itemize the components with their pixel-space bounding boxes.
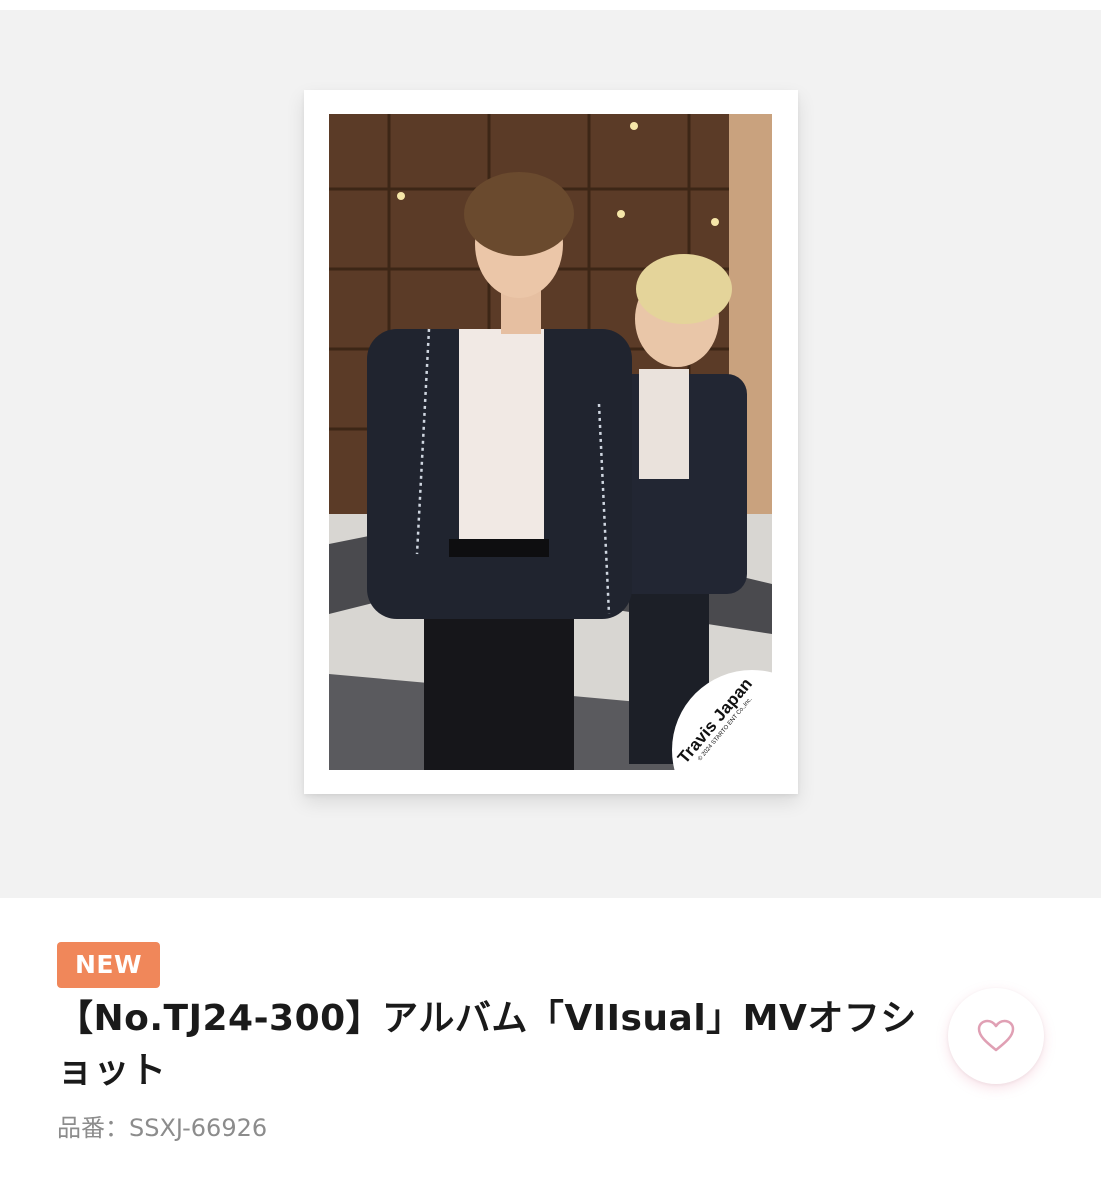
product-code: 品番：SSXJ-66926 [57, 1114, 268, 1142]
product-image-gallery[interactable]: Travis Japan © 2024 STARTO ENT Co.,Inc. [0, 10, 1101, 898]
photo-illustration [329, 114, 772, 770]
product-photo: Travis Japan © 2024 STARTO ENT Co.,Inc. [329, 114, 772, 770]
favorite-button[interactable] [948, 988, 1044, 1084]
photo-card: Travis Japan © 2024 STARTO ENT Co.,Inc. [304, 90, 798, 794]
heart-outline-icon [977, 1019, 1015, 1052]
product-title: 【No.TJ24-300】アルバム「VIIsual」MVオフショット [57, 998, 917, 1091]
new-badge: NEW [57, 942, 160, 988]
